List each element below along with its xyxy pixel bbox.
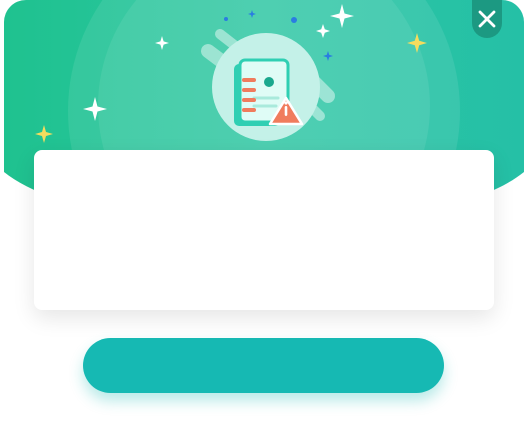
dialog-message bbox=[34, 150, 494, 198]
notebook-warning-icon bbox=[198, 6, 348, 146]
sparkle-icon bbox=[82, 96, 108, 122]
sparkle-icon bbox=[34, 124, 54, 144]
dialog-content-card bbox=[34, 150, 494, 310]
close-button[interactable] bbox=[472, 0, 502, 38]
confirm-button[interactable] bbox=[83, 338, 444, 393]
sparkle-icon bbox=[154, 35, 170, 51]
close-icon bbox=[478, 10, 496, 28]
sparkle-icon bbox=[406, 32, 428, 54]
alert-dialog bbox=[0, 0, 528, 429]
